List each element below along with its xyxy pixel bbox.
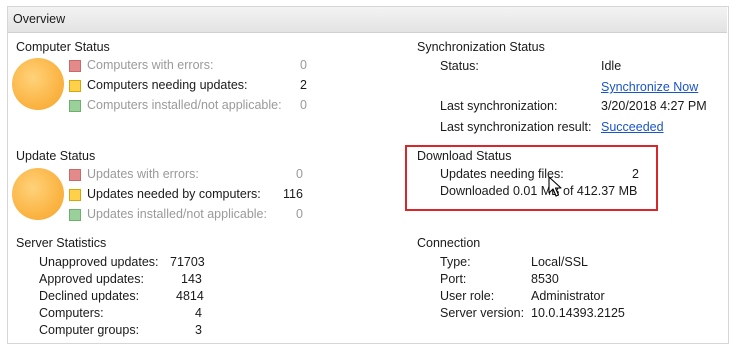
needed-legend-icon: [69, 189, 81, 201]
declined-updates-value: 4814: [176, 289, 204, 303]
updates-needed-label[interactable]: Updates needed by computers:: [87, 187, 261, 201]
server-statistics-title: Server Statistics: [16, 236, 107, 250]
last-sync-label: Last synchronization:: [440, 99, 558, 113]
connection-port-label: Port:: [440, 272, 467, 286]
synchronize-now-link[interactable]: Synchronize Now: [601, 80, 698, 94]
unapproved-updates-value: 71703: [170, 255, 205, 269]
mouse-pointer-icon: [548, 176, 562, 197]
connection-port-value: 8530: [531, 272, 559, 286]
approved-updates-value: 143: [181, 272, 202, 286]
last-sync-result-label: Last synchronization result:: [440, 120, 592, 134]
updates-errors-label: Updates with errors:: [87, 167, 199, 181]
sync-status-title: Synchronization Status: [417, 40, 545, 54]
computer-status-circle-icon: [12, 58, 64, 110]
server-version-value: 10.0.14393.2125: [531, 306, 625, 320]
update-status-title: Update Status: [16, 149, 96, 163]
needed-legend-icon: [69, 80, 81, 92]
computer-groups-label[interactable]: Computer groups:: [39, 323, 139, 337]
computers-value: 4: [195, 306, 202, 320]
computers-installed-label: Computers installed/not applicable:: [87, 98, 282, 112]
overview-title: Overview: [13, 12, 66, 26]
installed-legend-icon: [69, 209, 81, 221]
updates-errors-value: 0: [296, 167, 303, 181]
user-role-value: Administrator: [531, 289, 605, 303]
update-status-circle-icon: [12, 168, 64, 220]
last-sync-result-link[interactable]: Succeeded: [601, 120, 664, 134]
connection-type-value: Local/SSL: [531, 255, 588, 269]
computer-status-title: Computer Status: [16, 40, 110, 54]
updates-installed-value: 0: [296, 207, 303, 221]
computers-needing-updates-value: 2: [300, 78, 307, 92]
connection-title: Connection: [417, 236, 481, 250]
server-version-label: Server version:: [440, 306, 525, 320]
computers-needing-updates-label[interactable]: Computers needing updates:: [87, 78, 248, 92]
unapproved-updates-label[interactable]: Unapproved updates:: [39, 255, 159, 269]
error-legend-icon: [69, 60, 81, 72]
error-legend-icon: [69, 169, 81, 181]
sync-status-label: Status:: [440, 59, 479, 73]
user-role-label: User role:: [440, 289, 495, 303]
computers-errors-label: Computers with errors:: [87, 58, 214, 72]
computers-label[interactable]: Computers:: [39, 306, 104, 320]
updates-installed-label: Updates installed/not applicable:: [87, 207, 267, 221]
computer-groups-value: 3: [195, 323, 202, 337]
updates-needed-value: 116: [283, 187, 303, 201]
overview-header: Overview: [8, 7, 727, 33]
download-status-highlight: [405, 145, 658, 211]
installed-legend-icon: [69, 100, 81, 112]
declined-updates-label[interactable]: Declined updates:: [39, 289, 139, 303]
sync-status-value: Idle: [601, 59, 622, 73]
approved-updates-label[interactable]: Approved updates:: [39, 272, 144, 286]
connection-type-label: Type:: [440, 255, 471, 269]
computers-errors-value: 0: [300, 58, 307, 72]
last-sync-value: 3/20/2018 4:27 PM: [601, 99, 707, 113]
computers-installed-value: 0: [300, 98, 307, 112]
